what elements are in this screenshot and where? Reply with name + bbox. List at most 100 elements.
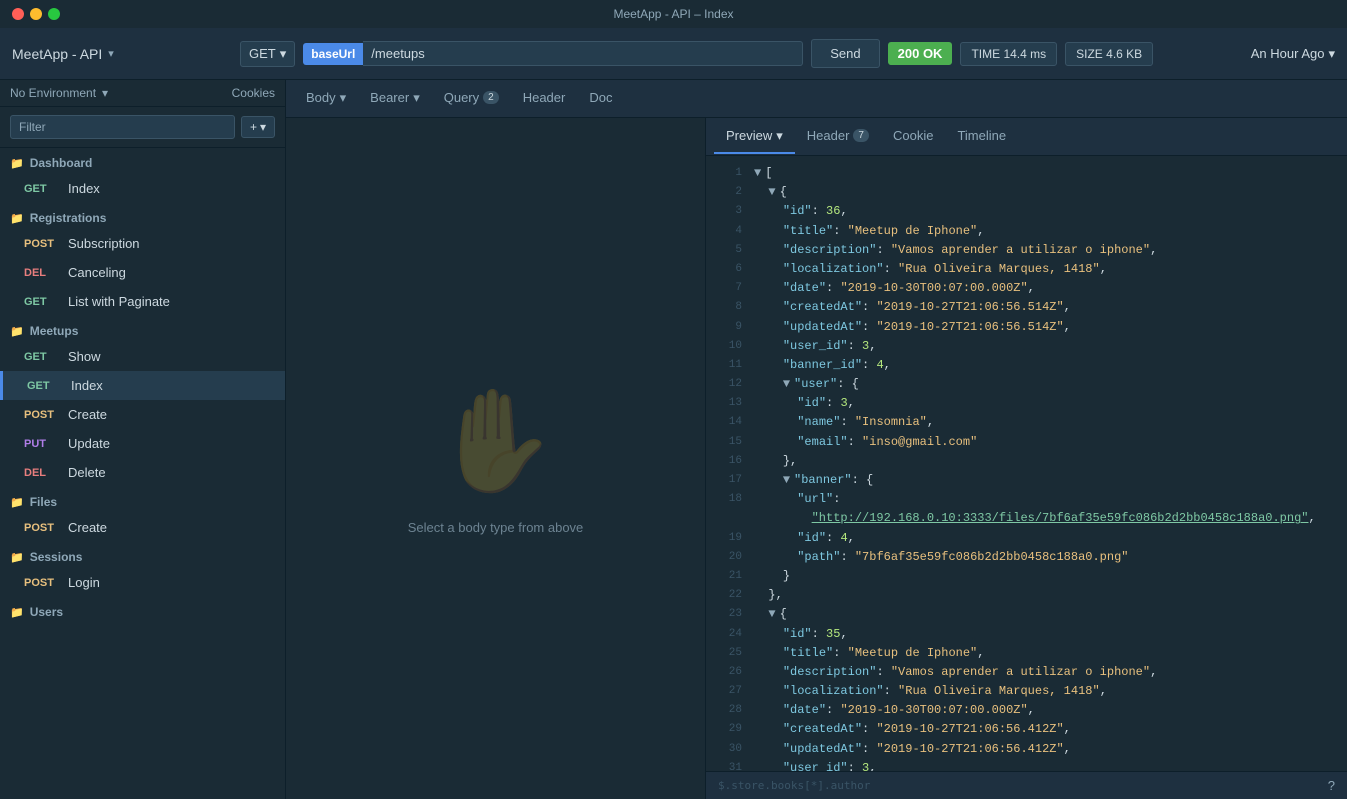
- json-line: 26 "description": "Vamos aprender a util…: [706, 663, 1347, 682]
- group-header-dashboard[interactable]: 📁 Dashboard: [0, 148, 285, 174]
- tab-resp-header[interactable]: Header 7: [795, 120, 881, 153]
- add-request-button[interactable]: + ▾: [241, 116, 275, 138]
- group-label-sessions: Sessions: [30, 550, 83, 564]
- method-label: GET: [249, 46, 276, 61]
- json-line: 18 "url":: [706, 490, 1347, 509]
- sidebar: No Environment ▾ Cookies + ▾ 📁 Dashboard…: [0, 80, 286, 799]
- tab-body-label: Body: [306, 90, 336, 105]
- ago-chevron-icon: ▾: [1328, 46, 1335, 62]
- sidebar-item-meetups-create[interactable]: POST Create: [0, 400, 285, 429]
- method-tag-post: POST: [24, 238, 60, 250]
- app-chevron-icon: ▾: [108, 47, 114, 60]
- main-layout: No Environment ▾ Cookies + ▾ 📁 Dashboard…: [0, 80, 1347, 799]
- sidebar-item-label: Create: [68, 520, 107, 535]
- sidebar-item-meetups-show[interactable]: GET Show: [0, 342, 285, 371]
- sidebar-item-list-paginate[interactable]: GET List with Paginate: [0, 287, 285, 316]
- json-line: 7 "date": "2019-10-30T00:07:00.000Z",: [706, 279, 1347, 298]
- maximize-button[interactable]: [48, 8, 60, 20]
- tab-timeline[interactable]: Timeline: [945, 120, 1018, 153]
- group-label-meetups: Meetups: [30, 324, 79, 338]
- tab-body[interactable]: Body ▾: [294, 82, 358, 116]
- group-header-registrations[interactable]: 📁 Registrations: [0, 203, 285, 229]
- sidebar-item-canceling[interactable]: DEL Canceling: [0, 258, 285, 287]
- content-pane: Body ▾ Bearer ▾ Query 2 Header Doc ✋: [286, 80, 1347, 799]
- group-label-files: Files: [30, 495, 57, 509]
- tab-bearer-label: Bearer: [370, 90, 409, 105]
- tab-cookie[interactable]: Cookie: [881, 120, 945, 153]
- ago-badge[interactable]: An Hour Ago ▾: [1251, 46, 1335, 62]
- jq-hint[interactable]: $.store.books[*].author: [718, 779, 870, 792]
- method-tag-get: GET: [24, 296, 60, 308]
- method-tag-del: DEL: [24, 467, 60, 479]
- group-header-meetups[interactable]: 📁 Meetups: [0, 316, 285, 342]
- group-header-users[interactable]: 📁 Users: [0, 597, 285, 623]
- tab-preview[interactable]: Preview ▾: [714, 120, 795, 154]
- group-header-sessions[interactable]: 📁 Sessions: [0, 542, 285, 568]
- sidebar-item-label: Show: [68, 349, 101, 364]
- sidebar-item-label: Create: [68, 407, 107, 422]
- window-title: MeetApp - API – Index: [613, 7, 733, 21]
- sidebar-item-dashboard-index[interactable]: GET Index: [0, 174, 285, 203]
- folder-icon: 📁: [10, 212, 24, 225]
- method-chevron-icon: ▾: [280, 46, 287, 62]
- sidebar-item-meetups-index[interactable]: GET Index: [0, 371, 285, 400]
- method-tag-post: POST: [24, 577, 60, 589]
- json-line: 10 "user_id": 3,: [706, 337, 1347, 356]
- folder-icon: 📁: [10, 606, 24, 619]
- json-line: 4 "title": "Meetup de Iphone",: [706, 222, 1347, 241]
- preview-chevron-icon: ▾: [776, 128, 783, 144]
- plus-icon: +: [250, 120, 257, 134]
- help-icon[interactable]: ?: [1328, 778, 1335, 793]
- env-chevron-icon: ▾: [102, 86, 108, 100]
- sidebar-item-files-create[interactable]: POST Create: [0, 513, 285, 542]
- query-badge: 2: [483, 91, 499, 104]
- tab-query[interactable]: Query 2: [432, 82, 511, 115]
- folder-icon: 📁: [10, 551, 24, 564]
- json-line: 14 "name": "Insomnia",: [706, 413, 1347, 432]
- sidebar-item-meetups-delete[interactable]: DEL Delete: [0, 458, 285, 487]
- json-line: 22 },: [706, 586, 1347, 605]
- group-header-files[interactable]: 📁 Files: [0, 487, 285, 513]
- json-line: 2 ▼{: [706, 183, 1347, 202]
- body-area: ✋ Select a body type from above: [286, 118, 706, 799]
- json-line: 15 "email": "inso@gmail.com": [706, 433, 1347, 452]
- app-title: MeetApp - API: [12, 46, 102, 62]
- app-title-area[interactable]: MeetApp - API ▾: [12, 46, 232, 62]
- sidebar-item-label: Login: [68, 575, 100, 590]
- json-line: 13 "id": 3,: [706, 394, 1347, 413]
- content-split: ✋ Select a body type from above Preview …: [286, 118, 1347, 799]
- tab-query-label: Query: [444, 90, 479, 105]
- status-badge: 200 OK: [888, 42, 953, 65]
- filter-input[interactable]: [10, 115, 235, 139]
- json-line: 17 ▼"banner": {: [706, 471, 1347, 490]
- sidebar-item-subscription[interactable]: POST Subscription: [0, 229, 285, 258]
- tab-header[interactable]: Header: [511, 82, 578, 115]
- env-label[interactable]: No Environment: [10, 86, 96, 100]
- json-line: 1▼[: [706, 164, 1347, 183]
- json-line: 8 "createdAt": "2019-10-27T21:06:56.514Z…: [706, 298, 1347, 317]
- json-line: 23 ▼{: [706, 605, 1347, 624]
- method-tag-get: GET: [27, 380, 63, 392]
- json-line: 6 "localization": "Rua Oliveira Marques,…: [706, 260, 1347, 279]
- sidebar-item-label: Index: [71, 378, 103, 393]
- folder-icon: 📁: [10, 496, 24, 509]
- json-line: 30 "updatedAt": "2019-10-27T21:06:56.412…: [706, 740, 1347, 759]
- sidebar-item-login[interactable]: POST Login: [0, 568, 285, 597]
- time-badge: TIME 14.4 ms: [960, 42, 1057, 66]
- send-button[interactable]: Send: [811, 39, 879, 68]
- close-button[interactable]: [12, 8, 24, 20]
- cookies-label[interactable]: Cookies: [232, 86, 275, 100]
- method-select[interactable]: GET ▾: [240, 41, 295, 67]
- json-viewer: 1▼[ 2 ▼{ 3 "id": 36, 4 "title": "Meetup …: [706, 156, 1347, 771]
- tab-doc[interactable]: Doc: [577, 82, 624, 115]
- url-base[interactable]: baseUrl: [303, 43, 363, 65]
- url-input[interactable]: [363, 41, 803, 66]
- sidebar-item-meetups-update[interactable]: PUT Update: [0, 429, 285, 458]
- folder-icon: 📁: [10, 325, 24, 338]
- sidebar-header: + ▾: [0, 107, 285, 148]
- ago-label: An Hour Ago: [1251, 46, 1325, 61]
- tab-bearer[interactable]: Bearer ▾: [358, 82, 432, 116]
- method-tag-put: PUT: [24, 438, 60, 450]
- group-label-registrations: Registrations: [30, 211, 107, 225]
- minimize-button[interactable]: [30, 8, 42, 20]
